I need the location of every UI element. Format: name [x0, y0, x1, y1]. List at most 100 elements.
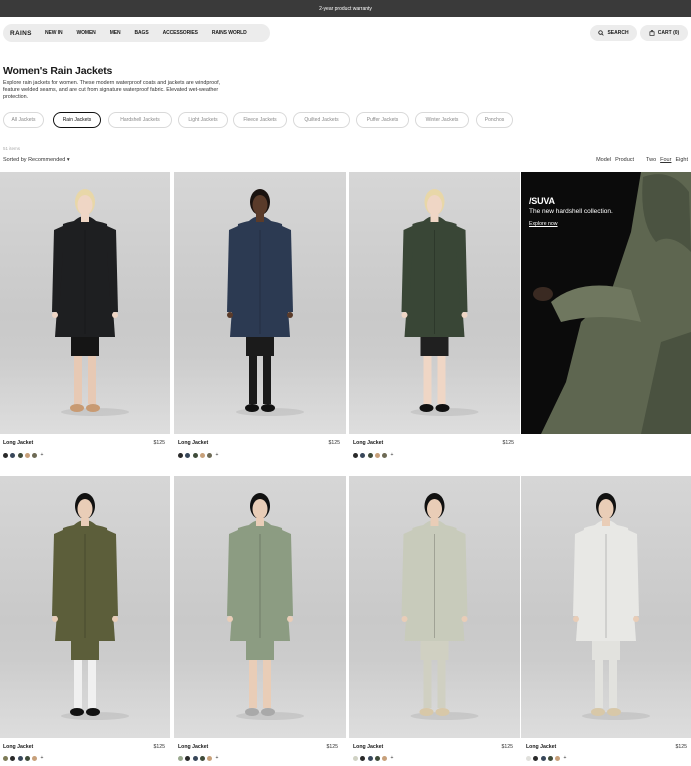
color-swatch[interactable] — [526, 755, 531, 761]
color-swatch[interactable] — [17, 452, 23, 458]
product-name[interactable]: Long Jacket — [3, 440, 33, 446]
color-swatch[interactable] — [3, 452, 8, 458]
color-swatch[interactable] — [360, 452, 366, 458]
more-colors-indicator[interactable]: + — [215, 755, 218, 761]
nav-women[interactable]: WOMEN — [76, 30, 95, 36]
color-swatch[interactable] — [24, 452, 30, 458]
nav-bags[interactable]: BAGS — [135, 30, 149, 36]
product-image[interactable] — [521, 476, 691, 738]
color-swatch[interactable] — [533, 755, 539, 761]
promo-subtitle: The new hardshell collection. — [529, 208, 613, 215]
grid-eight[interactable]: Eight — [675, 157, 688, 163]
more-colors-indicator[interactable]: + — [390, 452, 393, 458]
color-swatch[interactable] — [353, 755, 358, 761]
product-name[interactable]: Long Jacket — [178, 440, 208, 446]
product-image[interactable] — [174, 476, 346, 738]
product-price: $125 — [153, 440, 165, 446]
color-swatch[interactable] — [382, 452, 388, 458]
color-swatch[interactable] — [374, 452, 380, 458]
filter-quilted-jackets[interactable]: Quilted Jackets — [293, 112, 350, 128]
more-colors-indicator[interactable]: + — [563, 755, 566, 761]
product-image[interactable] — [0, 172, 170, 434]
filter-rain-jackets[interactable]: Rain Jackets — [53, 112, 101, 128]
product-name[interactable]: Long Jacket — [3, 744, 33, 750]
filter-light-jackets[interactable]: Light Jackets — [178, 112, 228, 128]
color-swatch[interactable] — [374, 755, 380, 761]
color-swatch[interactable] — [555, 755, 561, 761]
model-figure — [401, 189, 479, 416]
announcement-bar: 2-year product warranty — [0, 0, 691, 17]
filter-winter-jackets[interactable]: Winter Jackets — [415, 112, 469, 128]
color-swatch[interactable] — [199, 452, 205, 458]
page-title: Women's Rain Jackets — [3, 65, 113, 77]
model-figure — [401, 493, 479, 720]
view-product[interactable]: Product — [615, 157, 634, 163]
grid-two[interactable]: Two — [646, 157, 656, 163]
color-swatch[interactable] — [192, 755, 198, 761]
product-image[interactable] — [349, 172, 520, 434]
color-swatch[interactable] — [367, 755, 373, 761]
product-image[interactable] — [174, 172, 346, 434]
product-price: $125 — [328, 440, 340, 446]
search-button[interactable]: SEARCH — [590, 25, 637, 41]
model-figure — [52, 493, 129, 720]
product-name[interactable]: Long Jacket — [353, 744, 383, 750]
filter-fleece-jackets[interactable]: Fleece Jackets — [233, 112, 287, 128]
filter-all-jackets[interactable]: All Jackets — [3, 112, 44, 128]
grid-four[interactable]: Four — [660, 157, 671, 163]
filter-puffer-jackets[interactable]: Puffer Jackets — [356, 112, 409, 128]
color-swatch[interactable] — [360, 755, 366, 761]
more-colors-indicator[interactable]: + — [40, 452, 43, 458]
cart-button[interactable]: CART (0) — [640, 25, 688, 41]
color-swatch[interactable] — [367, 452, 373, 458]
filter-ponchos[interactable]: Ponchos — [476, 112, 513, 128]
rains-logo[interactable]: RAINS — [10, 30, 40, 37]
color-swatch[interactable] — [192, 452, 198, 458]
color-swatch[interactable] — [3, 755, 8, 761]
color-swatches: + — [178, 452, 218, 458]
color-swatch[interactable] — [547, 755, 553, 761]
product-name[interactable]: Long Jacket — [526, 744, 556, 750]
color-swatch[interactable] — [207, 452, 213, 458]
main-nav: RAINS NEW IN WOMEN MEN BAGS ACCESSORIES … — [3, 24, 270, 42]
nav-new-in[interactable]: NEW IN — [45, 30, 63, 36]
color-swatch[interactable] — [24, 755, 30, 761]
product-image[interactable] — [349, 476, 520, 738]
nav-accessories[interactable]: ACCESSORIES — [163, 30, 198, 36]
color-swatch[interactable] — [199, 755, 205, 761]
product-price: $125 — [153, 744, 165, 750]
announcement-text: 2-year product warranty — [319, 5, 372, 12]
sort-dropdown[interactable]: Sorted by Recommended ▾ — [3, 157, 70, 163]
more-colors-indicator[interactable]: + — [215, 452, 218, 458]
color-swatch[interactable] — [185, 755, 191, 761]
color-swatch[interactable] — [178, 755, 183, 761]
filter-hardshell-jackets[interactable]: Hardshell Jackets — [108, 112, 172, 128]
model-figure — [227, 189, 304, 416]
product-price: $125 — [502, 440, 514, 446]
product-image[interactable] — [0, 476, 170, 738]
color-swatch[interactable] — [17, 755, 23, 761]
product-price: $125 — [326, 744, 338, 750]
nav-men[interactable]: MEN — [110, 30, 121, 36]
color-swatch[interactable] — [353, 452, 358, 458]
nav-rains-world[interactable]: RAINS WORLD — [212, 30, 247, 36]
color-swatch[interactable] — [382, 755, 388, 761]
view-model[interactable]: Model — [596, 157, 611, 163]
color-swatch[interactable] — [540, 755, 546, 761]
suva-promo-tile[interactable]: /SUVA The new hardshell collection. Expl… — [521, 172, 691, 434]
view-toggle: Model Product Two Four Eight — [596, 157, 688, 163]
color-swatch[interactable] — [32, 452, 38, 458]
color-swatch[interactable] — [178, 452, 183, 458]
color-swatch[interactable] — [185, 452, 191, 458]
more-colors-indicator[interactable]: + — [390, 755, 393, 761]
site-header: RAINS NEW IN WOMEN MEN BAGS ACCESSORIES … — [0, 23, 691, 43]
more-colors-indicator[interactable]: + — [40, 755, 43, 761]
product-name[interactable]: Long Jacket — [353, 440, 383, 446]
color-swatch[interactable] — [32, 755, 38, 761]
color-swatch[interactable] — [10, 755, 16, 761]
color-swatch[interactable] — [10, 452, 16, 458]
color-swatch[interactable] — [207, 755, 213, 761]
product-name[interactable]: Long Jacket — [178, 744, 208, 750]
color-swatches: + — [526, 755, 566, 761]
promo-explore-link[interactable]: Explore now — [529, 221, 558, 227]
